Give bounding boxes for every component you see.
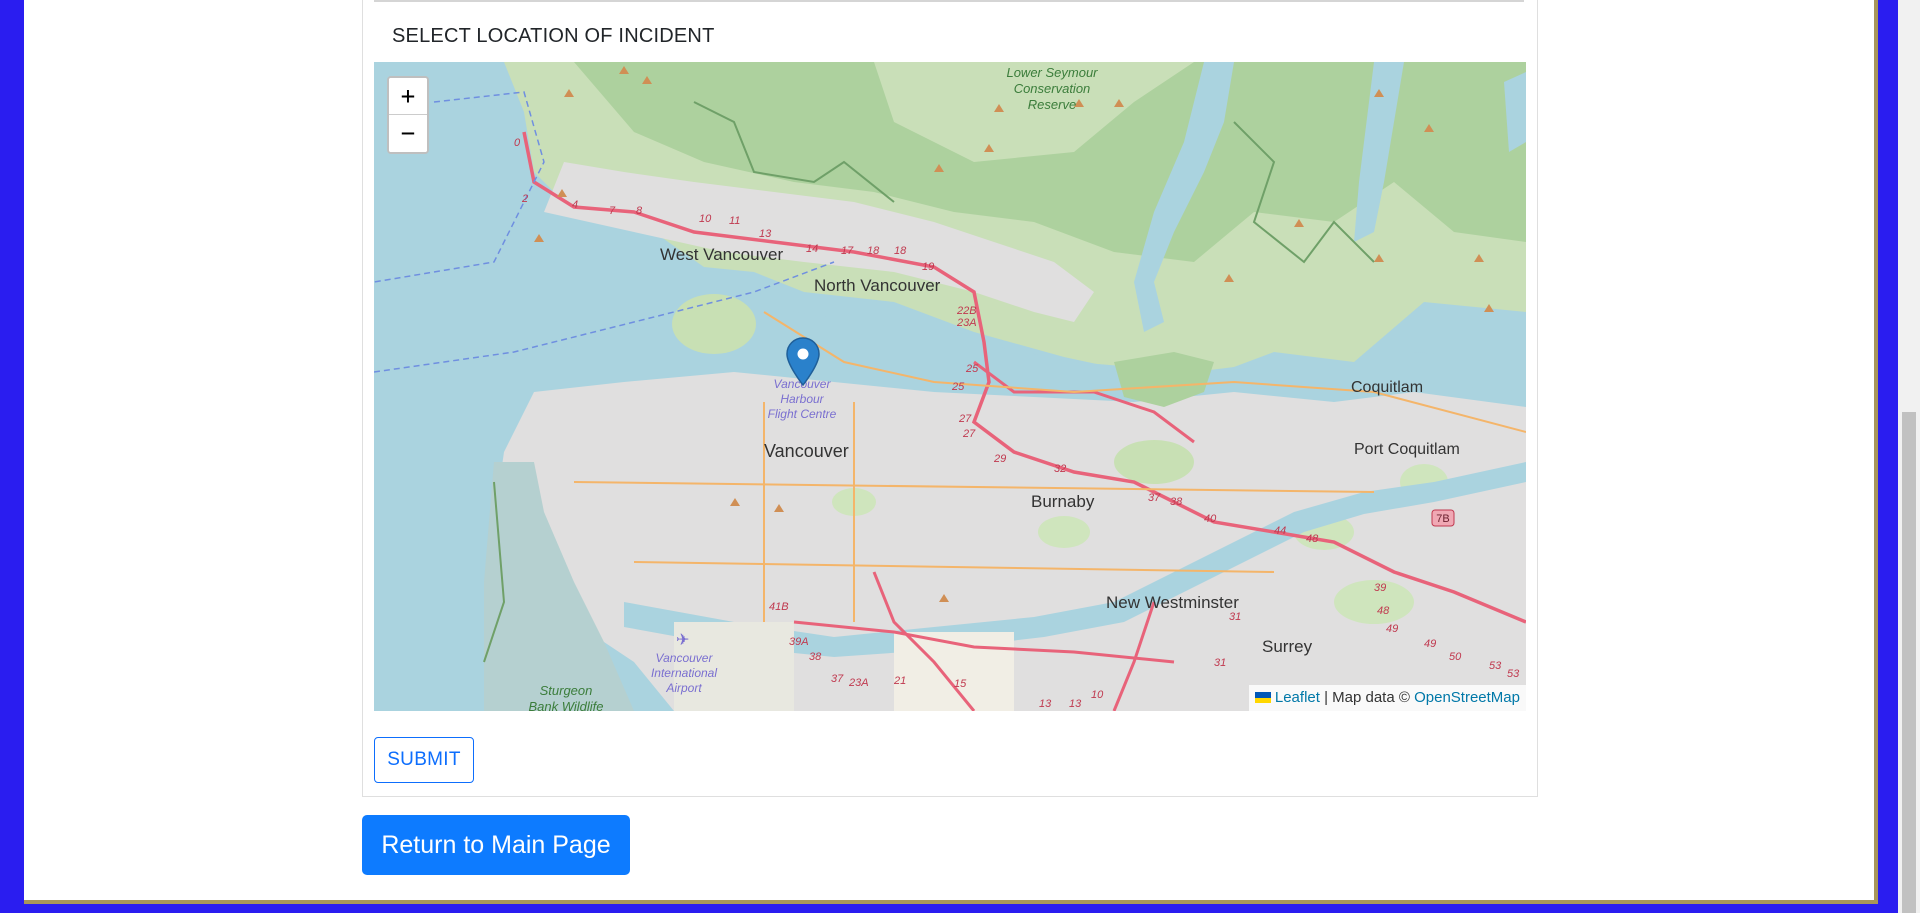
map-label-coquitlam: Coquitlam bbox=[1351, 379, 1423, 396]
svg-text:40: 40 bbox=[1204, 513, 1217, 525]
page-right-border bbox=[1874, 0, 1878, 904]
attribution-separator: | Map data © bbox=[1319, 689, 1415, 706]
svg-text:37: 37 bbox=[831, 673, 844, 685]
svg-text:18: 18 bbox=[894, 245, 907, 257]
map-label-sturgeon-2: Bank Wildlife bbox=[528, 699, 603, 711]
zoom-in-button[interactable]: + bbox=[389, 78, 427, 115]
map-label-airport-3: Airport bbox=[665, 681, 702, 695]
svg-text:39A: 39A bbox=[789, 636, 809, 648]
svg-text:21: 21 bbox=[893, 675, 906, 687]
svg-text:48: 48 bbox=[1306, 533, 1319, 545]
map-label-north-vancouver: North Vancouver bbox=[814, 276, 941, 295]
svg-text:4: 4 bbox=[572, 199, 578, 211]
svg-text:37: 37 bbox=[1148, 492, 1161, 504]
map-label-port-coquitlam: Port Coquitlam bbox=[1354, 441, 1460, 458]
location-marker-icon[interactable] bbox=[786, 337, 820, 387]
svg-text:13: 13 bbox=[759, 228, 772, 240]
svg-text:53: 53 bbox=[1507, 668, 1520, 680]
svg-text:19: 19 bbox=[922, 261, 934, 273]
svg-text:2: 2 bbox=[521, 193, 528, 205]
svg-text:31: 31 bbox=[1229, 611, 1241, 623]
svg-text:10: 10 bbox=[1091, 689, 1104, 701]
svg-text:8: 8 bbox=[636, 205, 643, 217]
svg-text:27: 27 bbox=[962, 428, 976, 440]
svg-text:31: 31 bbox=[1214, 657, 1226, 669]
map-label-burnaby: Burnaby bbox=[1031, 492, 1095, 511]
svg-text:53: 53 bbox=[1489, 660, 1502, 672]
map-label-harbour-2: Harbour bbox=[780, 392, 824, 406]
map-label-lower-seymour-1: Lower Seymour bbox=[1006, 65, 1098, 80]
route-badge-7b: 7B bbox=[1431, 509, 1455, 527]
svg-text:11: 11 bbox=[729, 215, 740, 227]
svg-text:7B: 7B bbox=[1436, 513, 1449, 525]
card-divider bbox=[374, 0, 1524, 2]
svg-text:41B: 41B bbox=[769, 601, 789, 613]
svg-text:44: 44 bbox=[1274, 525, 1286, 537]
svg-text:23A: 23A bbox=[956, 317, 977, 329]
svg-text:49: 49 bbox=[1424, 638, 1436, 650]
map-label-airport-1: Vancouver bbox=[656, 651, 714, 665]
svg-text:15: 15 bbox=[954, 678, 967, 690]
svg-text:32: 32 bbox=[1054, 463, 1066, 475]
svg-text:49: 49 bbox=[1386, 623, 1398, 635]
leaflet-link[interactable]: Leaflet bbox=[1275, 689, 1320, 706]
return-to-main-page-button[interactable]: Return to Main Page bbox=[362, 815, 630, 875]
location-section-label: SELECT LOCATION OF INCIDENT bbox=[392, 25, 715, 47]
svg-text:22B: 22B bbox=[956, 305, 977, 317]
svg-text:39: 39 bbox=[1374, 582, 1386, 594]
svg-text:48: 48 bbox=[1377, 605, 1390, 617]
svg-text:7: 7 bbox=[609, 205, 616, 217]
map-label-lower-seymour-2: Conservation bbox=[1014, 81, 1091, 96]
svg-text:10: 10 bbox=[699, 213, 712, 225]
map-label-sturgeon-1: Sturgeon bbox=[540, 683, 593, 698]
svg-text:25: 25 bbox=[965, 363, 979, 375]
svg-text:38: 38 bbox=[809, 651, 822, 663]
map-label-vancouver: Vancouver bbox=[764, 441, 849, 461]
map-label-west-vancouver: West Vancouver bbox=[660, 245, 783, 264]
map-label-harbour-3: Flight Centre bbox=[768, 407, 837, 421]
svg-text:13: 13 bbox=[1039, 698, 1052, 710]
svg-text:17: 17 bbox=[841, 245, 854, 257]
zoom-control: + − bbox=[387, 76, 429, 154]
zoom-out-button[interactable]: − bbox=[389, 115, 427, 152]
ukraine-flag-icon bbox=[1254, 692, 1271, 703]
map-label-airport-2: International bbox=[651, 666, 717, 680]
incident-location-map[interactable]: 024 7 8 10 11 13 14 17 18 18 19 22B 23A 25 25 27 2… bbox=[374, 62, 1526, 711]
svg-text:38: 38 bbox=[1170, 496, 1183, 508]
svg-text:25: 25 bbox=[951, 381, 965, 393]
map-label-new-westminster: New Westminster bbox=[1106, 593, 1239, 612]
map-tiles[interactable]: 02 4 7 810 111314 17 18 18 1922B23A 252527 2… bbox=[374, 62, 1526, 711]
map-attribution: Leaflet | Map data © OpenStreetMap bbox=[1248, 685, 1526, 711]
svg-text:0: 0 bbox=[514, 137, 521, 149]
svg-text:29: 29 bbox=[993, 453, 1006, 465]
scrollbar-thumb[interactable] bbox=[1902, 412, 1916, 913]
svg-text:23A: 23A bbox=[848, 677, 869, 689]
submit-button[interactable]: SUBMIT bbox=[374, 737, 474, 783]
svg-text:18: 18 bbox=[867, 245, 880, 257]
map-label-lower-seymour-3: Reserve bbox=[1028, 97, 1076, 112]
map-label-surrey: Surrey bbox=[1262, 637, 1313, 656]
svg-text:27: 27 bbox=[958, 413, 972, 425]
page-bottom-border bbox=[24, 900, 1874, 904]
svg-text:13: 13 bbox=[1069, 698, 1082, 710]
openstreetmap-link[interactable]: OpenStreetMap bbox=[1414, 689, 1520, 706]
svg-text:14: 14 bbox=[806, 243, 818, 255]
airport-icon: ✈ bbox=[676, 630, 689, 649]
svg-text:50: 50 bbox=[1449, 651, 1462, 663]
